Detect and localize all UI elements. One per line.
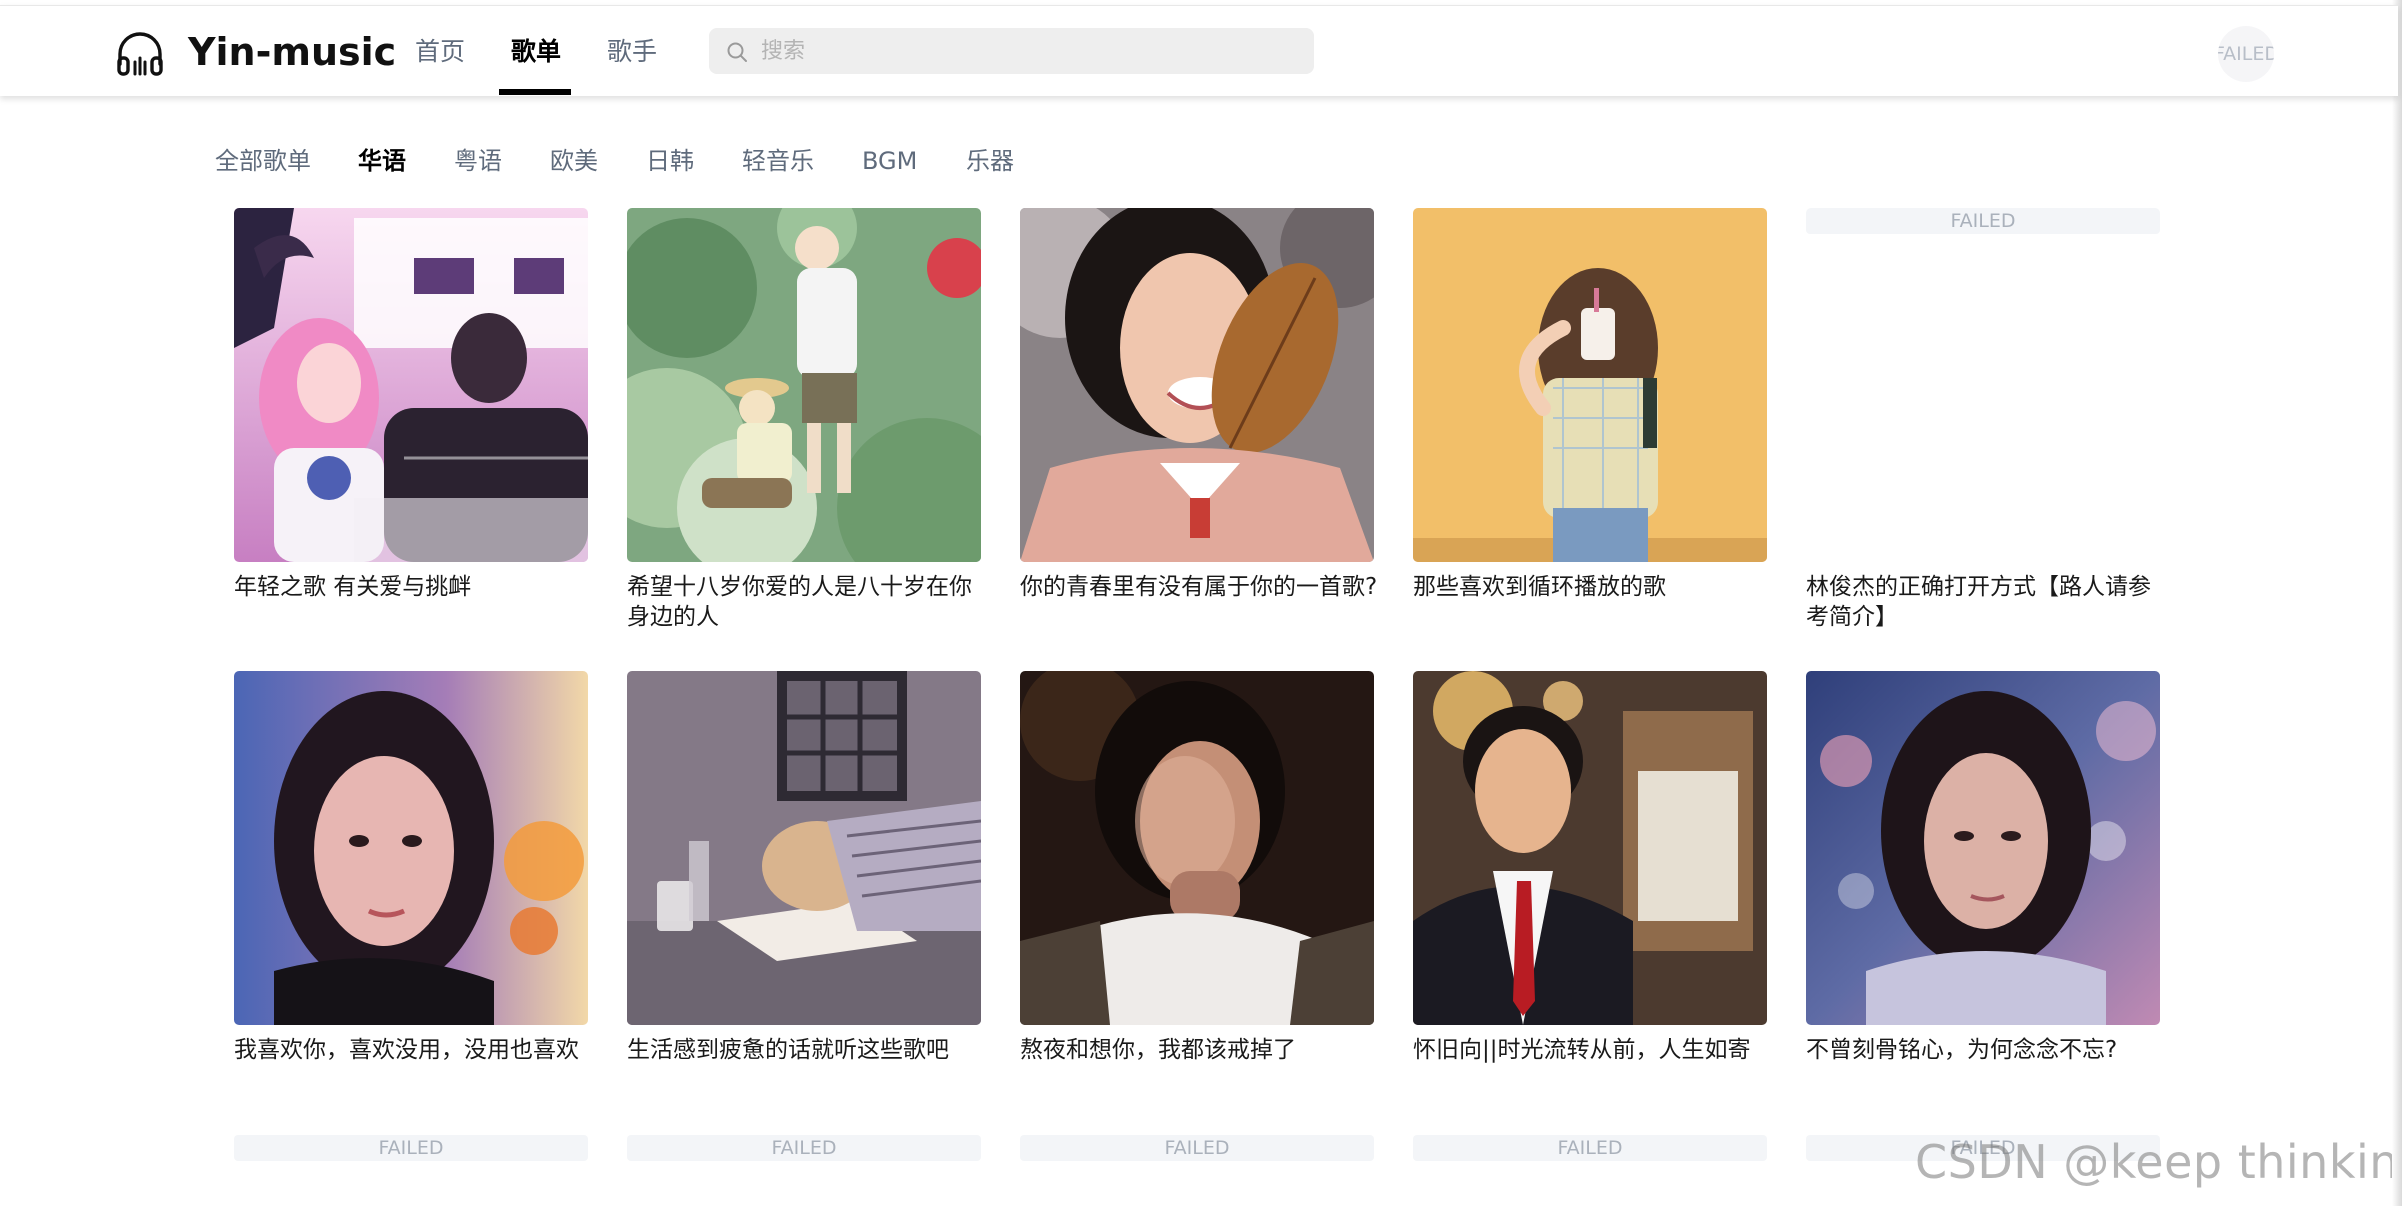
cover-failed-text[interactable]: FAILED [1413,1135,1767,1161]
playlist-card[interactable]: 你的青春里有没有属于你的一首歌? [1020,208,1377,602]
cover-failed-text[interactable]: FAILED [627,1135,981,1161]
playlist-title[interactable]: 林俊杰的正确打开方式【路人请参考简介】 [1806,572,2166,632]
playlist-card[interactable]: 年轻之歌 有关爱与挑衅 [234,208,588,602]
playlist-card[interactable]: 那些喜欢到循环播放的歌 [1413,208,1767,602]
playlist-title[interactable]: 希望十八岁你爱的人是八十岁在你身边的人 [627,572,987,632]
playlist-card[interactable]: 我喜欢你，喜欢没用，没用也喜欢 [234,671,588,1065]
playlist-cover[interactable] [627,671,981,1025]
playlist-title[interactable]: 怀旧向||时光流转从前，人生如寄 [1413,1035,1773,1065]
playlist-card[interactable]: 不曾刻骨铭心，为何念念不忘? [1806,671,2160,1065]
playlist-card[interactable]: 怀旧向||时光流转从前，人生如寄 [1413,671,1767,1065]
category-tab-bgm[interactable]: BGM [862,141,917,181]
playlist-card[interactable]: 生活感到疲惫的话就听这些歌吧 [627,671,981,1065]
playlist-title[interactable]: 我喜欢你，喜欢没用，没用也喜欢 [234,1035,594,1065]
playlist-cover[interactable] [1413,671,1767,1025]
avatar-failed-text: FAILED [2218,43,2274,65]
category-tab-instruments[interactable]: 乐器 [966,141,1014,181]
playlist-title[interactable]: 那些喜欢到循环播放的歌 [1413,572,1773,602]
category-tab-light-music[interactable]: 轻音乐 [742,141,814,181]
search-icon [727,42,747,62]
nav-active-underline [499,89,571,95]
cover-failed-text[interactable]: FAILED [1020,1135,1374,1161]
playlist-card[interactable]: FAILED 林俊杰的正确打开方式【路人请参考简介】 [1806,208,2160,632]
avatar[interactable]: FAILED [2218,26,2274,82]
category-tab-japanese-korean[interactable]: 日韩 [646,141,694,181]
headphones-icon[interactable] [114,28,166,80]
nav-singers[interactable]: 歌手 [607,32,657,72]
brand-name[interactable]: Yin-music [188,24,396,80]
playlist-cover[interactable] [627,208,981,562]
top-header: Yin-music 首页 歌单 歌手 FAILED [0,5,2398,96]
playlist-title[interactable]: 年轻之歌 有关爱与挑衅 [234,572,594,602]
nav-playlists[interactable]: 歌单 [511,32,561,72]
playlist-cover[interactable] [1413,208,1767,562]
nav-home[interactable]: 首页 [415,32,465,72]
category-tab-cantonese[interactable]: 粤语 [454,141,502,181]
category-tab-western[interactable]: 欧美 [550,141,598,181]
category-tab-chinese[interactable]: 华语 [358,141,406,181]
playlist-cover[interactable] [1020,671,1374,1025]
playlist-cover[interactable] [1020,208,1374,562]
playlist-cover[interactable] [234,208,588,562]
playlist-card[interactable]: 希望十八岁你爱的人是八十岁在你身边的人 [627,208,981,632]
playlist-title[interactable]: 不曾刻骨铭心，为何念念不忘? [1806,1035,2166,1065]
search-box[interactable] [709,28,1314,74]
playlist-card[interactable]: 熬夜和想你，我都该戒掉了 [1020,671,1374,1065]
category-tab-all[interactable]: 全部歌单 [215,141,311,181]
playlist-cover-failed[interactable]: FAILED [1806,208,2160,562]
scrollbar-edge [2392,0,2402,1206]
search-input[interactable] [761,28,1301,74]
playlist-title[interactable]: 你的青春里有没有属于你的一首歌? [1020,572,1380,602]
cover-failed-text[interactable]: FAILED [234,1135,588,1161]
cover-failed-text: FAILED [1806,208,2160,234]
playlist-title[interactable]: 熬夜和想你，我都该戒掉了 [1020,1035,1380,1065]
playlist-cover[interactable] [234,671,588,1025]
playlist-cover[interactable] [1806,671,2160,1025]
watermark-text: CSDN @keep thinking [1915,1135,2402,1189]
playlist-title[interactable]: 生活感到疲惫的话就听这些歌吧 [627,1035,987,1065]
